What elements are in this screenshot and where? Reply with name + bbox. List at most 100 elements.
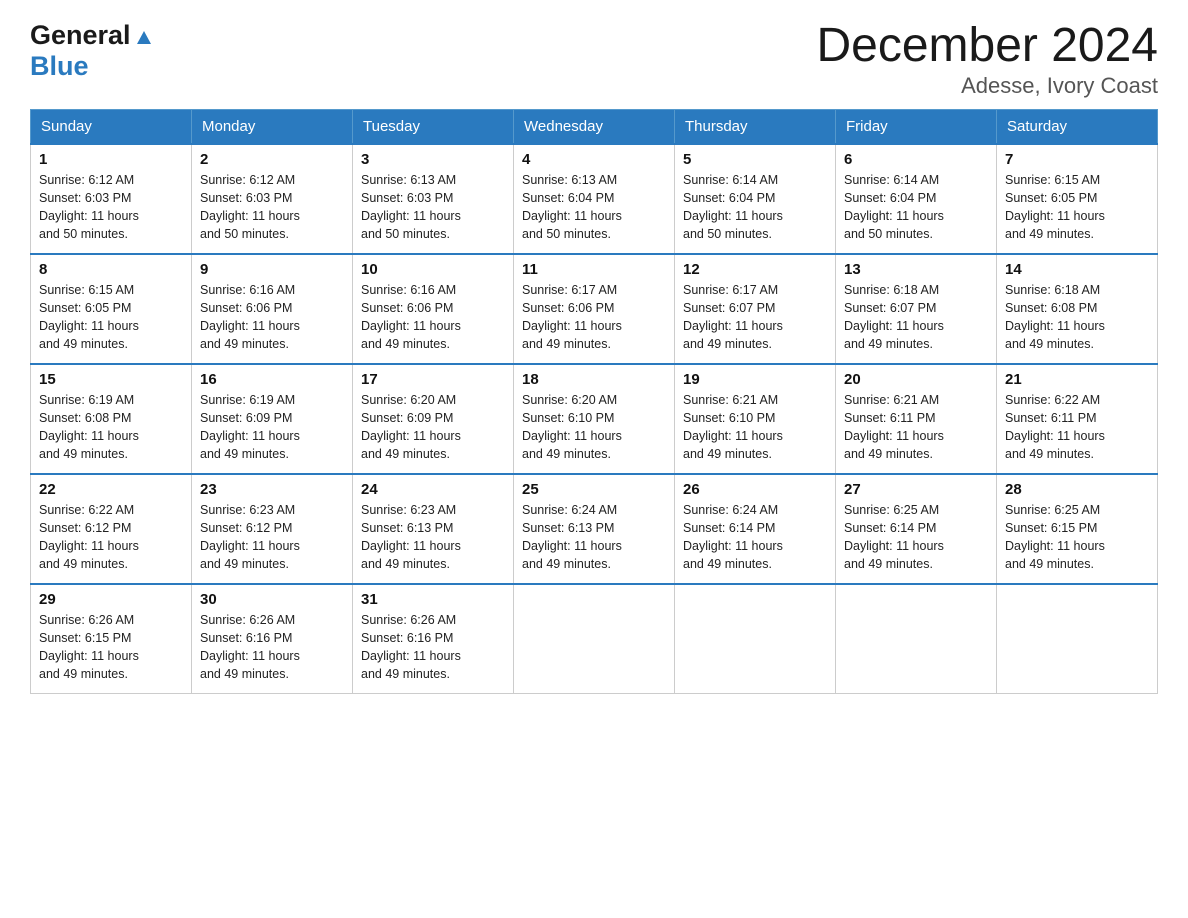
day-info: Sunrise: 6:23 AMSunset: 6:12 PMDaylight:… <box>200 501 344 574</box>
table-row: 11Sunrise: 6:17 AMSunset: 6:06 PMDayligh… <box>514 254 675 364</box>
col-sunday: Sunday <box>31 109 192 144</box>
day-info: Sunrise: 6:22 AMSunset: 6:11 PMDaylight:… <box>1005 391 1149 464</box>
location-title: Adesse, Ivory Coast <box>816 73 1158 99</box>
day-number: 9 <box>200 261 344 278</box>
table-row: 27 Sunrise: 6:25 AMSunset: 6:14 PMDayligh… <box>836 474 997 584</box>
day-number: 3 <box>361 151 505 168</box>
page-header: General Blue December 2024 Adesse, Ivory… <box>30 20 1158 99</box>
day-info: Sunrise: 6:16 AMSunset: 6:06 PMDaylight:… <box>361 281 505 354</box>
day-number: 10 <box>361 261 505 278</box>
day-number: 7 <box>1005 151 1149 168</box>
day-info: Sunrise: 6:14 AMSunset: 6:04 PMDaylight:… <box>844 171 988 244</box>
table-row: 7Sunrise: 6:15 AMSunset: 6:05 PMDaylight… <box>997 144 1158 254</box>
table-row: 10 Sunrise: 6:16 AMSunset: 6:06 PMDayligh… <box>353 254 514 364</box>
day-number: 2 <box>200 151 344 168</box>
table-row: 16 Sunrise: 6:19 AMSunset: 6:09 PMDayligh… <box>192 364 353 474</box>
day-info: Sunrise: 6:18 AMSunset: 6:08 PMDaylight:… <box>1005 281 1149 354</box>
col-monday: Monday <box>192 109 353 144</box>
table-row <box>836 584 997 694</box>
table-row: 12 Sunrise: 6:17 AMSunset: 6:07 PMDayligh… <box>675 254 836 364</box>
day-info: Sunrise: 6:17 AMSunset: 6:07 PMDaylight:… <box>683 281 827 354</box>
day-info: Sunrise: 6:26 AMSunset: 6:16 PMDaylight:… <box>361 611 505 684</box>
day-number: 25 <box>522 481 666 498</box>
calendar-week-row: 29 Sunrise: 6:26 AMSunset: 6:15 PMDayligh… <box>31 584 1158 694</box>
table-row: 6Sunrise: 6:14 AMSunset: 6:04 PMDaylight… <box>836 144 997 254</box>
day-info: Sunrise: 6:13 AMSunset: 6:04 PMDaylight:… <box>522 171 666 244</box>
table-row: 26 Sunrise: 6:24 AMSunset: 6:14 PMDayligh… <box>675 474 836 584</box>
day-info: Sunrise: 6:13 AMSunset: 6:03 PMDaylight:… <box>361 171 505 244</box>
day-number: 19 <box>683 371 827 388</box>
day-info: Sunrise: 6:20 AMSunset: 6:10 PMDaylight:… <box>522 391 666 464</box>
table-row: 28 Sunrise: 6:25 AMSunset: 6:15 PMDayligh… <box>997 474 1158 584</box>
table-row: 23 Sunrise: 6:23 AMSunset: 6:12 PMDayligh… <box>192 474 353 584</box>
calendar-week-row: 8 Sunrise: 6:15 AMSunset: 6:05 PMDaylight… <box>31 254 1158 364</box>
table-row: 25Sunrise: 6:24 AMSunset: 6:13 PMDayligh… <box>514 474 675 584</box>
table-row: 15 Sunrise: 6:19 AMSunset: 6:08 PMDayligh… <box>31 364 192 474</box>
day-number: 31 <box>361 591 505 608</box>
table-row <box>514 584 675 694</box>
table-row: 31 Sunrise: 6:26 AMSunset: 6:16 PMDayligh… <box>353 584 514 694</box>
day-number: 17 <box>361 371 505 388</box>
table-row: 4 Sunrise: 6:13 AMSunset: 6:04 PMDaylight… <box>514 144 675 254</box>
day-number: 28 <box>1005 481 1149 498</box>
day-number: 22 <box>39 481 183 498</box>
col-thursday: Thursday <box>675 109 836 144</box>
table-row: 18 Sunrise: 6:20 AMSunset: 6:10 PMDayligh… <box>514 364 675 474</box>
day-number: 1 <box>39 151 183 168</box>
table-row: 8 Sunrise: 6:15 AMSunset: 6:05 PMDaylight… <box>31 254 192 364</box>
day-info: Sunrise: 6:25 AMSunset: 6:14 PMDaylight:… <box>844 501 988 574</box>
day-info: Sunrise: 6:26 AMSunset: 6:15 PMDaylight:… <box>39 611 183 684</box>
table-row: 2Sunrise: 6:12 AMSunset: 6:03 PMDaylight… <box>192 144 353 254</box>
day-info: Sunrise: 6:25 AMSunset: 6:15 PMDaylight:… <box>1005 501 1149 574</box>
day-number: 5 <box>683 151 827 168</box>
table-row: 3 Sunrise: 6:13 AMSunset: 6:03 PMDaylight… <box>353 144 514 254</box>
table-row: 17 Sunrise: 6:20 AMSunset: 6:09 PMDayligh… <box>353 364 514 474</box>
day-number: 4 <box>522 151 666 168</box>
day-number: 13 <box>844 261 988 278</box>
day-number: 18 <box>522 371 666 388</box>
day-number: 26 <box>683 481 827 498</box>
day-info: Sunrise: 6:19 AMSunset: 6:08 PMDaylight:… <box>39 391 183 464</box>
day-number: 23 <box>200 481 344 498</box>
calendar-week-row: 22Sunrise: 6:22 AMSunset: 6:12 PMDayligh… <box>31 474 1158 584</box>
table-row: 14 Sunrise: 6:18 AMSunset: 6:08 PMDayligh… <box>997 254 1158 364</box>
table-row: 1 Sunrise: 6:12 AMSunset: 6:03 PMDaylight… <box>31 144 192 254</box>
day-info: Sunrise: 6:15 AMSunset: 6:05 PMDaylight:… <box>39 281 183 354</box>
col-tuesday: Tuesday <box>353 109 514 144</box>
day-number: 16 <box>200 371 344 388</box>
day-info: Sunrise: 6:16 AMSunset: 6:06 PMDaylight:… <box>200 281 344 354</box>
title-block: December 2024 Adesse, Ivory Coast <box>816 20 1158 99</box>
day-info: Sunrise: 6:20 AMSunset: 6:09 PMDaylight:… <box>361 391 505 464</box>
table-row: 9 Sunrise: 6:16 AMSunset: 6:06 PMDaylight… <box>192 254 353 364</box>
table-row <box>675 584 836 694</box>
day-info: Sunrise: 6:18 AMSunset: 6:07 PMDaylight:… <box>844 281 988 354</box>
table-row: 21Sunrise: 6:22 AMSunset: 6:11 PMDayligh… <box>997 364 1158 474</box>
calendar-header-row: Sunday Monday Tuesday Wednesday Thursday… <box>31 109 1158 144</box>
table-row: 20 Sunrise: 6:21 AMSunset: 6:11 PMDayligh… <box>836 364 997 474</box>
day-info: Sunrise: 6:24 AMSunset: 6:14 PMDaylight:… <box>683 501 827 574</box>
day-number: 27 <box>844 481 988 498</box>
day-number: 14 <box>1005 261 1149 278</box>
day-number: 15 <box>39 371 183 388</box>
day-number: 20 <box>844 371 988 388</box>
logo: General Blue <box>30 20 155 82</box>
table-row: 30Sunrise: 6:26 AMSunset: 6:16 PMDayligh… <box>192 584 353 694</box>
day-number: 30 <box>200 591 344 608</box>
day-info: Sunrise: 6:19 AMSunset: 6:09 PMDaylight:… <box>200 391 344 464</box>
day-number: 29 <box>39 591 183 608</box>
calendar-table: Sunday Monday Tuesday Wednesday Thursday… <box>30 109 1158 695</box>
table-row: 22Sunrise: 6:22 AMSunset: 6:12 PMDayligh… <box>31 474 192 584</box>
calendar-week-row: 1 Sunrise: 6:12 AMSunset: 6:03 PMDaylight… <box>31 144 1158 254</box>
table-row: 24Sunrise: 6:23 AMSunset: 6:13 PMDayligh… <box>353 474 514 584</box>
day-info: Sunrise: 6:21 AMSunset: 6:11 PMDaylight:… <box>844 391 988 464</box>
day-number: 24 <box>361 481 505 498</box>
day-number: 12 <box>683 261 827 278</box>
day-info: Sunrise: 6:12 AMSunset: 6:03 PMDaylight:… <box>39 171 183 244</box>
table-row: 19 Sunrise: 6:21 AMSunset: 6:10 PMDayligh… <box>675 364 836 474</box>
col-friday: Friday <box>836 109 997 144</box>
logo-blue-text: Blue <box>30 51 89 81</box>
day-info: Sunrise: 6:21 AMSunset: 6:10 PMDaylight:… <box>683 391 827 464</box>
day-number: 8 <box>39 261 183 278</box>
month-title: December 2024 <box>816 20 1158 73</box>
table-row: 5Sunrise: 6:14 AMSunset: 6:04 PMDaylight… <box>675 144 836 254</box>
